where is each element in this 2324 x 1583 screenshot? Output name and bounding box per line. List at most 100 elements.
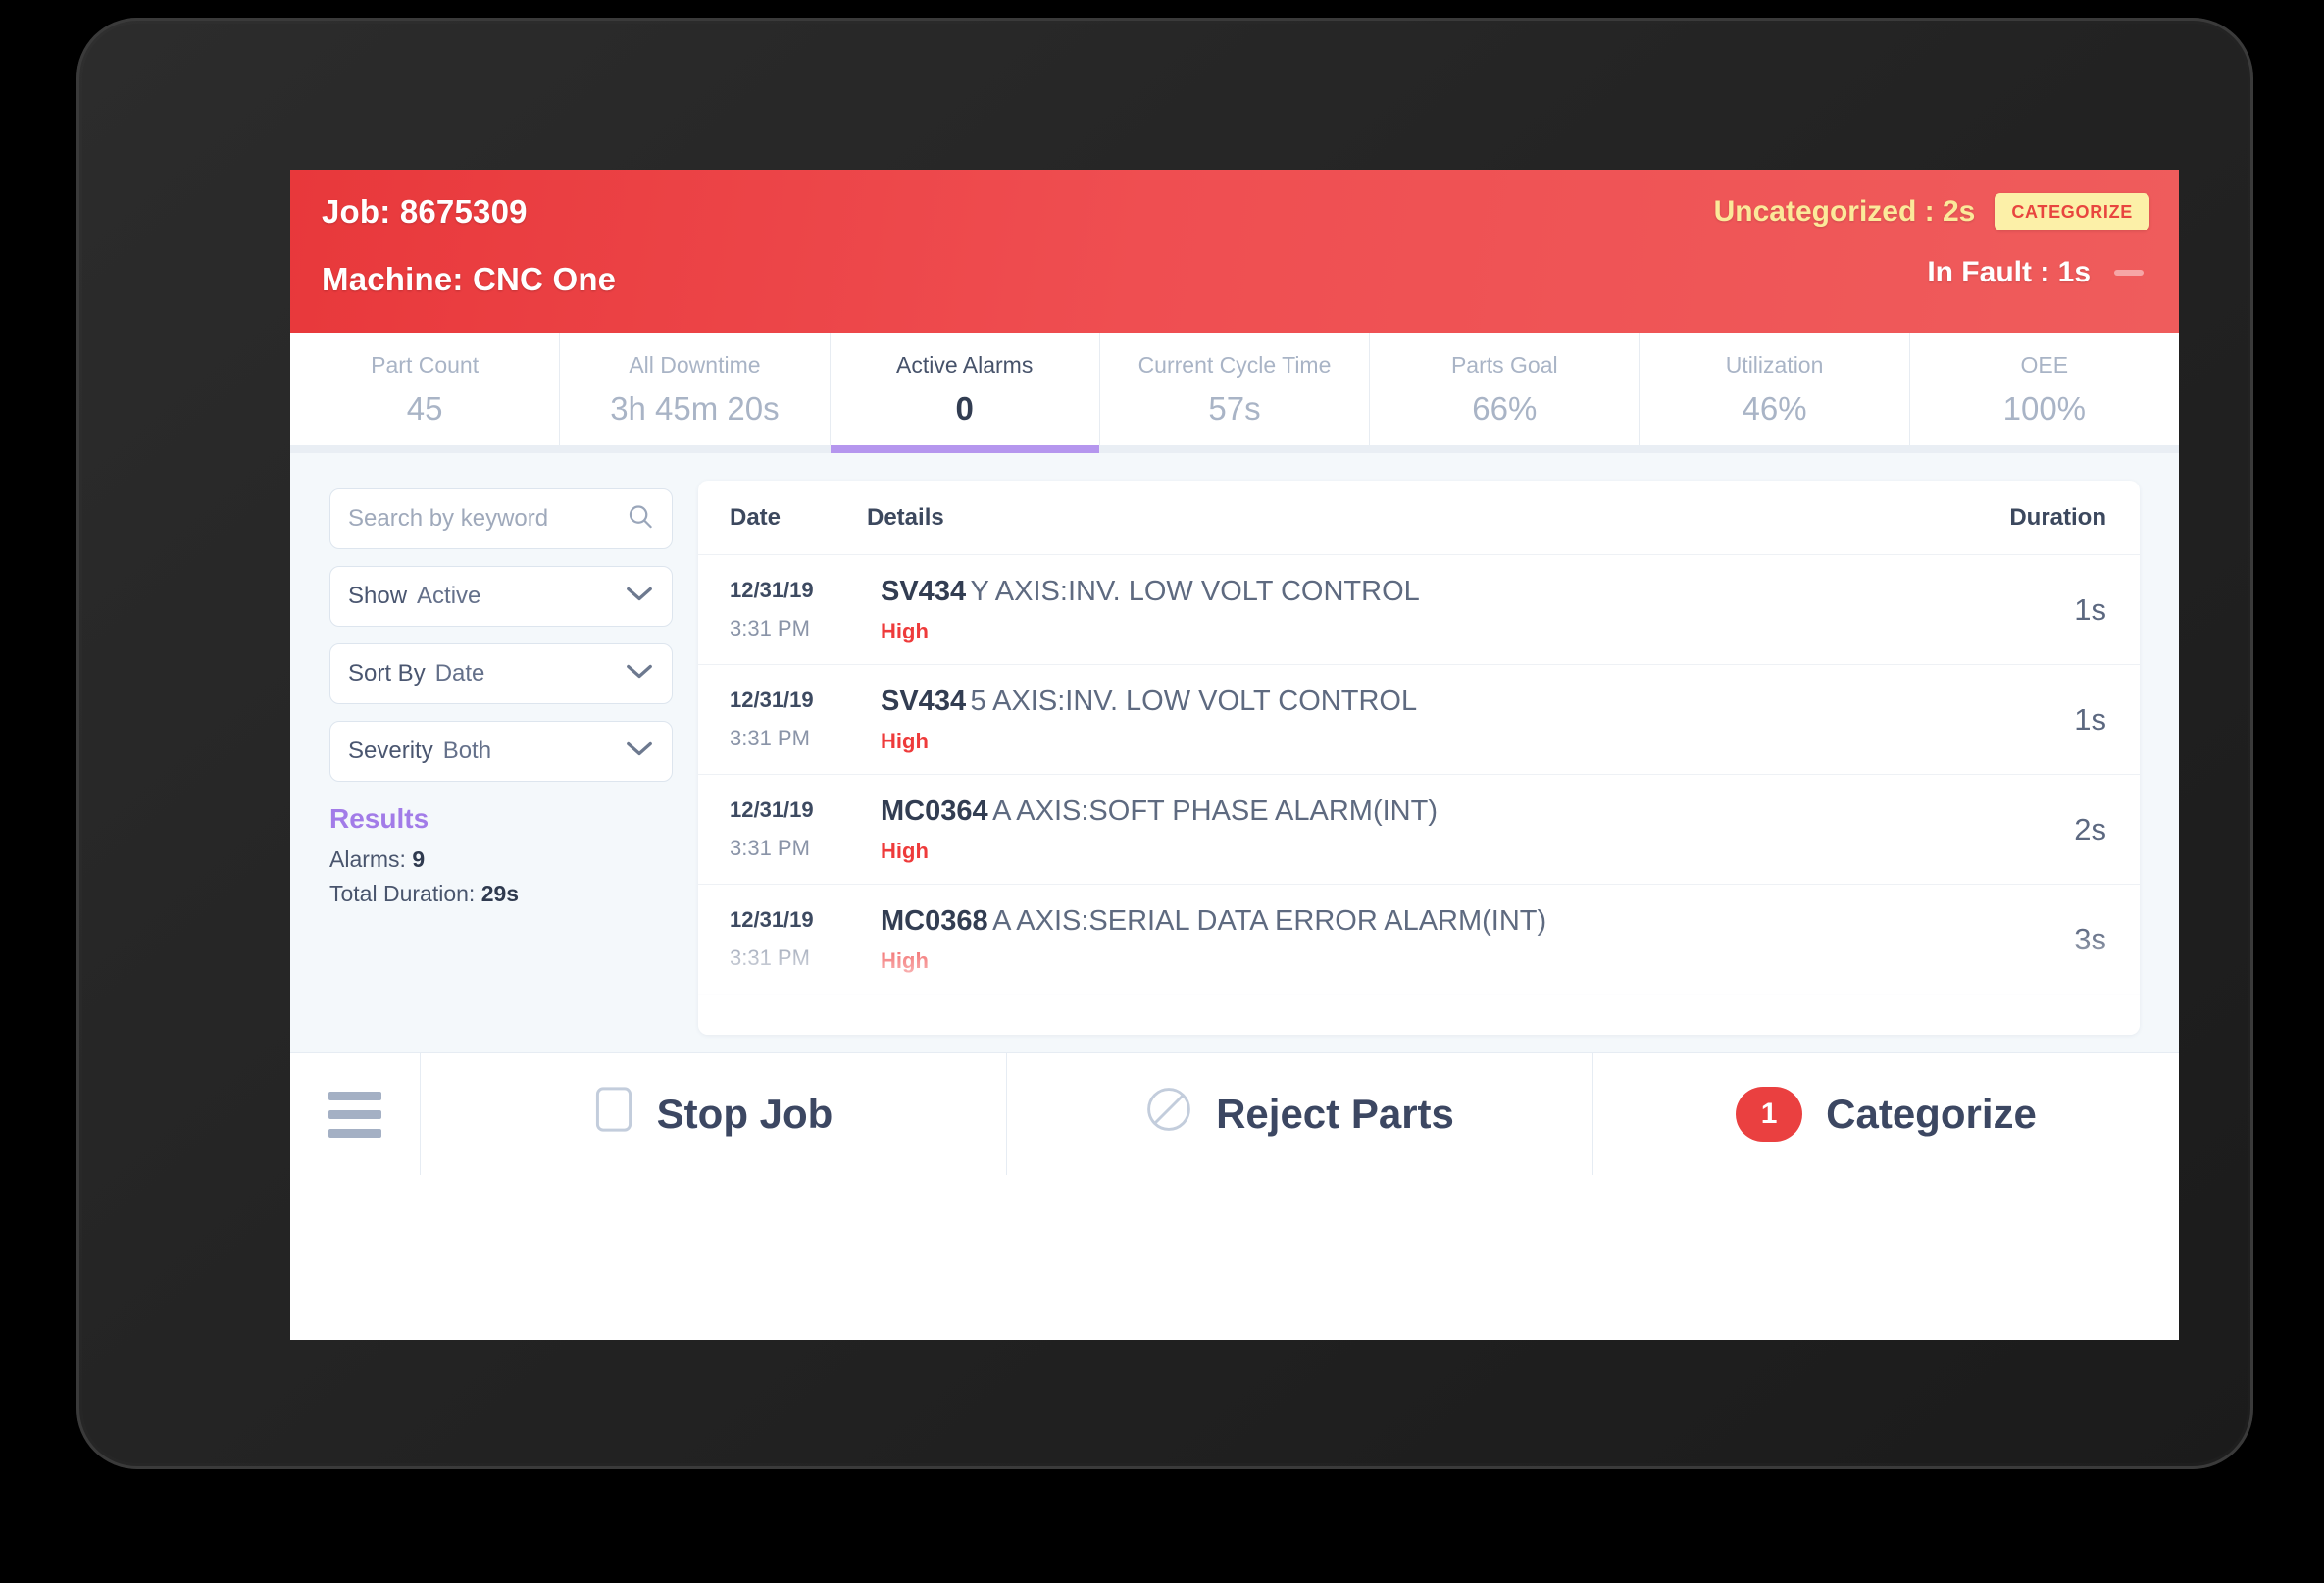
row-alarm-message: A AXIS:SERIAL DATA ERROR ALARM(INT) bbox=[992, 904, 1547, 937]
row-date: 12/31/19 bbox=[730, 688, 814, 712]
row-time: 3:31 PM bbox=[730, 616, 810, 640]
row-alarm-message: Y AXIS:INV. LOW VOLT CONTROL bbox=[970, 575, 1420, 607]
row-datetime: 12/31/19 3:31 PM bbox=[730, 578, 867, 641]
table-row[interactable]: 12/31/19 3:31 PM SV434 Y AXIS:INV. LOW V… bbox=[698, 555, 2140, 665]
row-date: 12/31/19 bbox=[730, 1017, 814, 1035]
uncategorized-status: Uncategorized : 2s bbox=[1713, 195, 1976, 228]
filter-show[interactable]: Show Active bbox=[329, 566, 673, 627]
filter-label: Show bbox=[348, 583, 408, 609]
tab-all-downtime[interactable]: All Downtime 3h 45m 20s bbox=[560, 333, 831, 445]
table-row[interactable]: 12/31/19 3:31 PM MC0364 A AXIS:SOFT PHAS… bbox=[698, 775, 2140, 885]
row-duration: 2s bbox=[2074, 811, 2106, 846]
header-left-info: Job: 8675309 Machine: CNC One bbox=[322, 195, 616, 295]
search-field[interactable]: Search by keyword bbox=[329, 488, 673, 549]
filter-label: Sort By bbox=[348, 660, 426, 687]
categorize-label: Categorize bbox=[1826, 1091, 2037, 1137]
tab-oee[interactable]: OEE 100% bbox=[1909, 333, 2179, 445]
row-severity: High bbox=[881, 618, 929, 643]
row-datetime: 12/31/19 3:31 PM bbox=[730, 907, 867, 971]
row-detail-line: SV434 Y AXIS:INV. LOW VOLT CONTROL bbox=[881, 576, 2038, 608]
filter-severity[interactable]: Severity Both bbox=[329, 721, 673, 782]
row-date: 12/31/19 bbox=[730, 907, 814, 932]
tab-label: Current Cycle Time bbox=[1137, 351, 1332, 378]
table-row[interactable]: 12/31/19 3:31 PM 1092632920 TA ERROR(INT… bbox=[698, 995, 2140, 1036]
row-alarm-code: MC0364 bbox=[881, 794, 988, 827]
tab-value: 0 bbox=[955, 389, 974, 427]
tab-value: 66% bbox=[1472, 389, 1538, 427]
results-duration-label: Total Duration: bbox=[329, 881, 476, 906]
row-duration: 1s bbox=[2074, 701, 2106, 737]
row-severity: High bbox=[881, 728, 929, 753]
stop-square-icon bbox=[594, 1086, 633, 1143]
tab-utilization[interactable]: Utilization 46% bbox=[1640, 333, 1910, 445]
filter-sort-by[interactable]: Sort By Date bbox=[329, 643, 673, 704]
row-alarm-message: 5 AXIS:INV. LOW VOLT CONTROL bbox=[970, 685, 1418, 717]
row-details: MC0368 A AXIS:SERIAL DATA ERROR ALARM(IN… bbox=[867, 905, 2038, 974]
column-header-duration: Duration bbox=[2009, 503, 2106, 531]
search-input-placeholder[interactable]: Search by keyword bbox=[348, 505, 548, 533]
row-datetime: 12/31/19 3:31 PM bbox=[730, 797, 867, 861]
hamburger-menu-icon[interactable] bbox=[290, 1053, 421, 1175]
tab-label: Active Alarms bbox=[896, 351, 1034, 378]
categorize-pill-button[interactable]: CATEGORIZE bbox=[1995, 193, 2149, 230]
filter-sidebar: Search by keyword Show Active Sort By Da… bbox=[329, 481, 673, 1052]
row-date: 12/31/19 bbox=[730, 578, 814, 602]
column-header-details: Details bbox=[867, 503, 944, 531]
results-alarms-line: Alarms: 9 bbox=[329, 846, 673, 873]
filter-value: Date bbox=[434, 660, 485, 687]
status-badge: 1 bbox=[1736, 1087, 1803, 1142]
hamburger-bar bbox=[328, 1109, 381, 1119]
app-screen: Job: 8675309 Machine: CNC One Uncategori… bbox=[290, 170, 2179, 1340]
results-duration-line: Total Duration: 29s bbox=[329, 881, 673, 907]
tab-label: Utilization bbox=[1725, 351, 1824, 378]
table-header-row: Date Details Duration bbox=[698, 481, 2140, 555]
job-title: Job: 8675309 bbox=[322, 193, 528, 230]
tab-active-alarms[interactable]: Active Alarms 0 bbox=[830, 333, 1100, 453]
row-date: 12/31/19 bbox=[730, 797, 814, 822]
tab-current-cycle-time[interactable]: Current Cycle Time 57s bbox=[1099, 333, 1371, 445]
results-title: Results bbox=[329, 803, 429, 834]
chevron-down-icon[interactable] bbox=[625, 740, 654, 764]
bottom-action-bar: Stop Job Reject Parts 1 Categorize bbox=[290, 1052, 2179, 1175]
tab-value: 3h 45m 20s bbox=[610, 389, 780, 427]
tab-part-count[interactable]: Part Count 45 bbox=[290, 333, 561, 445]
tab-label: OEE bbox=[2020, 351, 2069, 378]
row-duration: 1s bbox=[2074, 591, 2106, 627]
reject-parts-button[interactable]: Reject Parts bbox=[1007, 1053, 1593, 1175]
row-details: SV434 Y AXIS:INV. LOW VOLT CONTROL High bbox=[867, 576, 2038, 644]
filter-label: Severity bbox=[348, 738, 433, 764]
table-row[interactable]: 12/31/19 3:31 PM MC0368 A AXIS:SERIAL DA… bbox=[698, 885, 2140, 995]
tab-value: 57s bbox=[1208, 389, 1261, 427]
app-header: Job: 8675309 Machine: CNC One Uncategori… bbox=[290, 170, 2179, 333]
chevron-down-icon[interactable] bbox=[625, 662, 654, 687]
row-time: 3:31 PM bbox=[730, 726, 810, 750]
tablet-device-frame: Job: 8675309 Machine: CNC One Uncategori… bbox=[76, 18, 2253, 1469]
stop-job-button[interactable]: Stop Job bbox=[421, 1053, 1007, 1175]
main-content: Search by keyword Show Active Sort By Da… bbox=[290, 453, 2179, 1052]
categorize-button[interactable]: 1 Categorize bbox=[1593, 1053, 2179, 1175]
results-alarms-label: Alarms: bbox=[329, 846, 406, 872]
column-header-date: Date bbox=[730, 503, 782, 531]
row-detail-line: MC0364 A AXIS:SOFT PHASE ALARM(INT) bbox=[881, 795, 2038, 828]
hamburger-bar bbox=[328, 1128, 381, 1138]
machine-title: Machine: CNC One bbox=[322, 261, 617, 297]
row-severity: High bbox=[881, 947, 929, 973]
row-alarm-code: SV434 bbox=[881, 575, 967, 607]
row-details: 1092632920 TA ERROR(INT) High bbox=[867, 1015, 2038, 1036]
filter-value: Active bbox=[417, 583, 481, 609]
tab-parts-goal[interactable]: Parts Goal 66% bbox=[1370, 333, 1641, 445]
row-time: 3:31 PM bbox=[730, 836, 810, 860]
search-icon[interactable] bbox=[626, 502, 655, 536]
chevron-down-icon[interactable] bbox=[625, 585, 654, 609]
tab-label: Parts Goal bbox=[1450, 351, 1558, 378]
tab-value: 45 bbox=[406, 389, 443, 427]
table-row[interactable]: 12/31/19 3:31 PM SV434 5 AXIS:INV. LOW V… bbox=[698, 665, 2140, 775]
results-alarms-value: 9 bbox=[412, 846, 426, 872]
row-alarm-code: MC0368 bbox=[881, 904, 988, 937]
uncategorized-group: Uncategorized : 2s CATEGORIZE bbox=[1714, 193, 2149, 230]
minus-icon[interactable] bbox=[2114, 270, 2144, 276]
row-alarm-message: A AXIS:SOFT PHASE ALARM(INT) bbox=[992, 794, 1438, 827]
row-datetime: 12/31/19 3:31 PM bbox=[730, 1017, 867, 1035]
metric-tab-strip: Part Count 45 All Downtime 3h 45m 20s Ac… bbox=[290, 333, 2179, 453]
row-severity: High bbox=[881, 838, 929, 863]
